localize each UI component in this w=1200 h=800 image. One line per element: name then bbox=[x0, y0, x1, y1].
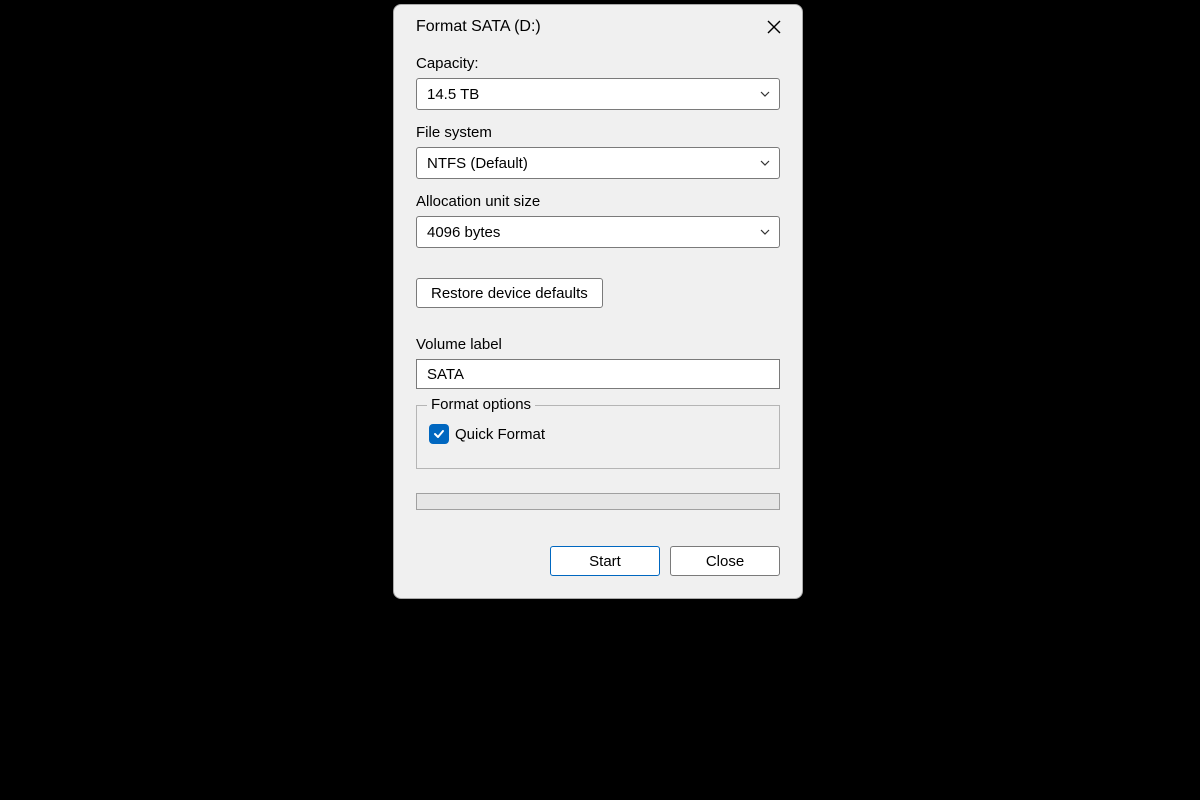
volume-label-input[interactable] bbox=[416, 359, 780, 389]
capacity-value: 14.5 TB bbox=[427, 86, 479, 103]
start-button[interactable]: Start bbox=[550, 546, 660, 576]
titlebar: Format SATA (D:) bbox=[394, 5, 802, 47]
capacity-label: Capacity: bbox=[416, 55, 780, 72]
dialog-footer: Start Close bbox=[416, 546, 780, 576]
restore-defaults-button[interactable]: Restore device defaults bbox=[416, 278, 603, 308]
chevron-down-icon bbox=[759, 157, 771, 169]
quick-format-checkbox[interactable] bbox=[429, 424, 449, 444]
format-dialog: Format SATA (D:) Capacity: 14.5 TB File … bbox=[393, 4, 803, 599]
close-button[interactable]: Close bbox=[670, 546, 780, 576]
allocation-select[interactable]: 4096 bytes bbox=[416, 216, 780, 248]
dialog-title: Format SATA (D:) bbox=[416, 18, 541, 36]
progress-bar bbox=[416, 493, 780, 510]
volume-label-label: Volume label bbox=[416, 336, 780, 353]
allocation-label: Allocation unit size bbox=[416, 193, 780, 210]
format-options-legend: Format options bbox=[427, 396, 535, 413]
close-icon[interactable] bbox=[762, 15, 786, 39]
filesystem-label: File system bbox=[416, 124, 780, 141]
capacity-select[interactable]: 14.5 TB bbox=[416, 78, 780, 110]
format-options-group: Format options Quick Format bbox=[416, 405, 780, 469]
allocation-value: 4096 bytes bbox=[427, 224, 500, 241]
chevron-down-icon bbox=[759, 88, 771, 100]
dialog-body: Capacity: 14.5 TB File system NTFS (Defa… bbox=[394, 47, 802, 598]
filesystem-value: NTFS (Default) bbox=[427, 155, 528, 172]
filesystem-select[interactable]: NTFS (Default) bbox=[416, 147, 780, 179]
quick-format-label: Quick Format bbox=[455, 426, 545, 443]
chevron-down-icon bbox=[759, 226, 771, 238]
